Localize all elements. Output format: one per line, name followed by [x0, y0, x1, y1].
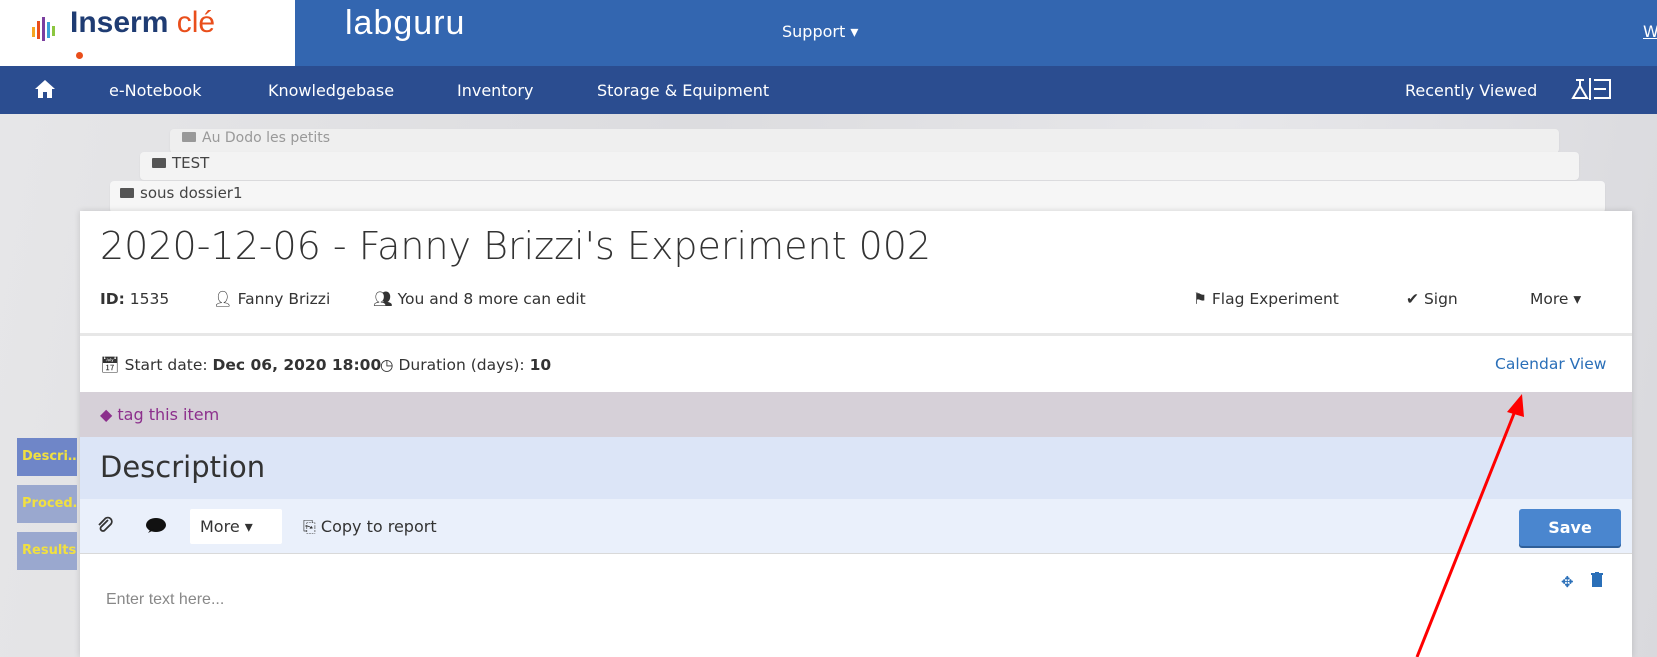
briefcase-icon [182, 132, 196, 142]
support-menu[interactable]: Support ▾ [782, 22, 858, 41]
main-navbar: e-Notebook Knowledgebase Inventory Stora… [0, 66, 1657, 114]
flag-experiment-button[interactable]: ⚑ Flag Experiment [1193, 290, 1339, 308]
sidetab-procedure[interactable]: Proced… [17, 485, 77, 523]
more-dropdown[interactable]: More ▾ [1530, 290, 1581, 308]
nav-storage-equipment[interactable]: Storage & Equipment [597, 81, 769, 100]
folder-open-icon [120, 187, 134, 198]
caret-down-icon: ▾ [244, 517, 253, 536]
experiment-id: ID: 1535 [100, 290, 170, 308]
caret-down-icon: ▾ [1573, 290, 1582, 308]
labguru-logo[interactable]: labguru [345, 4, 465, 43]
comment-icon[interactable] [145, 517, 167, 535]
folder-icon [152, 157, 166, 168]
flask-icon[interactable] [1570, 76, 1614, 102]
start-date[interactable]: 📅︎ Start date: Dec 06, 2020 18:00 [100, 356, 381, 374]
copy-icon: ⎘ [303, 517, 316, 536]
trash-icon[interactable] [1591, 572, 1603, 587]
sidetab-description[interactable]: Descri… [17, 438, 77, 476]
home-icon[interactable] [34, 78, 56, 100]
description-editor-input[interactable] [104, 590, 1408, 610]
breadcrumb-level1[interactable]: Au Dodo les petits [170, 129, 1559, 153]
users-icon: 👥︎ [373, 290, 393, 308]
tag-this-item-link[interactable]: ◆ tag this item [100, 405, 219, 424]
sign-button[interactable]: ✔ Sign [1406, 290, 1458, 308]
section-title[interactable]: Description [100, 450, 265, 484]
breadcrumb-level2[interactable]: TEST [140, 152, 1579, 180]
annotation-arrow [1415, 394, 1524, 657]
experiment-title[interactable]: 2020-12-06 - Fanny Brizzi's Experiment 0… [100, 224, 931, 268]
top-right-link[interactable]: W [1643, 22, 1657, 41]
breadcrumb-level2-label: TEST [172, 154, 210, 172]
nav-e-notebook[interactable]: e-Notebook [109, 81, 202, 100]
flag-icon: ⚑ [1193, 290, 1207, 308]
breadcrumb-level3-label: sous dossier1 [140, 184, 243, 202]
toolbar-more-dropdown[interactable]: More ▾ [190, 509, 282, 544]
duration[interactable]: ◷ Duration (days): 10 [380, 356, 551, 374]
check-icon: ✔ [1406, 290, 1419, 308]
breadcrumb-level1-label: Au Dodo les petits [202, 130, 331, 146]
nav-recently-viewed[interactable]: Recently Viewed [1405, 81, 1537, 100]
breadcrumb-level3[interactable]: sous dossier1 [110, 181, 1605, 213]
inserm-dot-icon [76, 52, 83, 59]
tag-icon: ◆ [100, 405, 113, 424]
sidetab-results[interactable]: Results [17, 532, 77, 570]
user-icon: 👤︎ [213, 290, 233, 308]
move-icon[interactable]: ✥ [1561, 573, 1574, 591]
inserm-brand-text: Inserm clé [70, 6, 216, 39]
experiment-editors[interactable]: 👥︎ You and 8 more can edit [373, 290, 586, 308]
copy-to-report-button[interactable]: ⎘ Copy to report [303, 517, 437, 537]
paperclip-icon[interactable] [96, 516, 114, 534]
nav-knowledgebase[interactable]: Knowledgebase [268, 81, 394, 100]
clock-icon: ◷ [380, 356, 394, 374]
calendar-view-link[interactable]: Calendar View [1495, 355, 1606, 373]
calendar-icon: 📅︎ [100, 356, 120, 374]
inserm-bars-icon [32, 17, 56, 43]
experiment-owner[interactable]: 👤︎ Fanny Brizzi [213, 290, 330, 308]
nav-inventory[interactable]: Inventory [457, 81, 533, 100]
